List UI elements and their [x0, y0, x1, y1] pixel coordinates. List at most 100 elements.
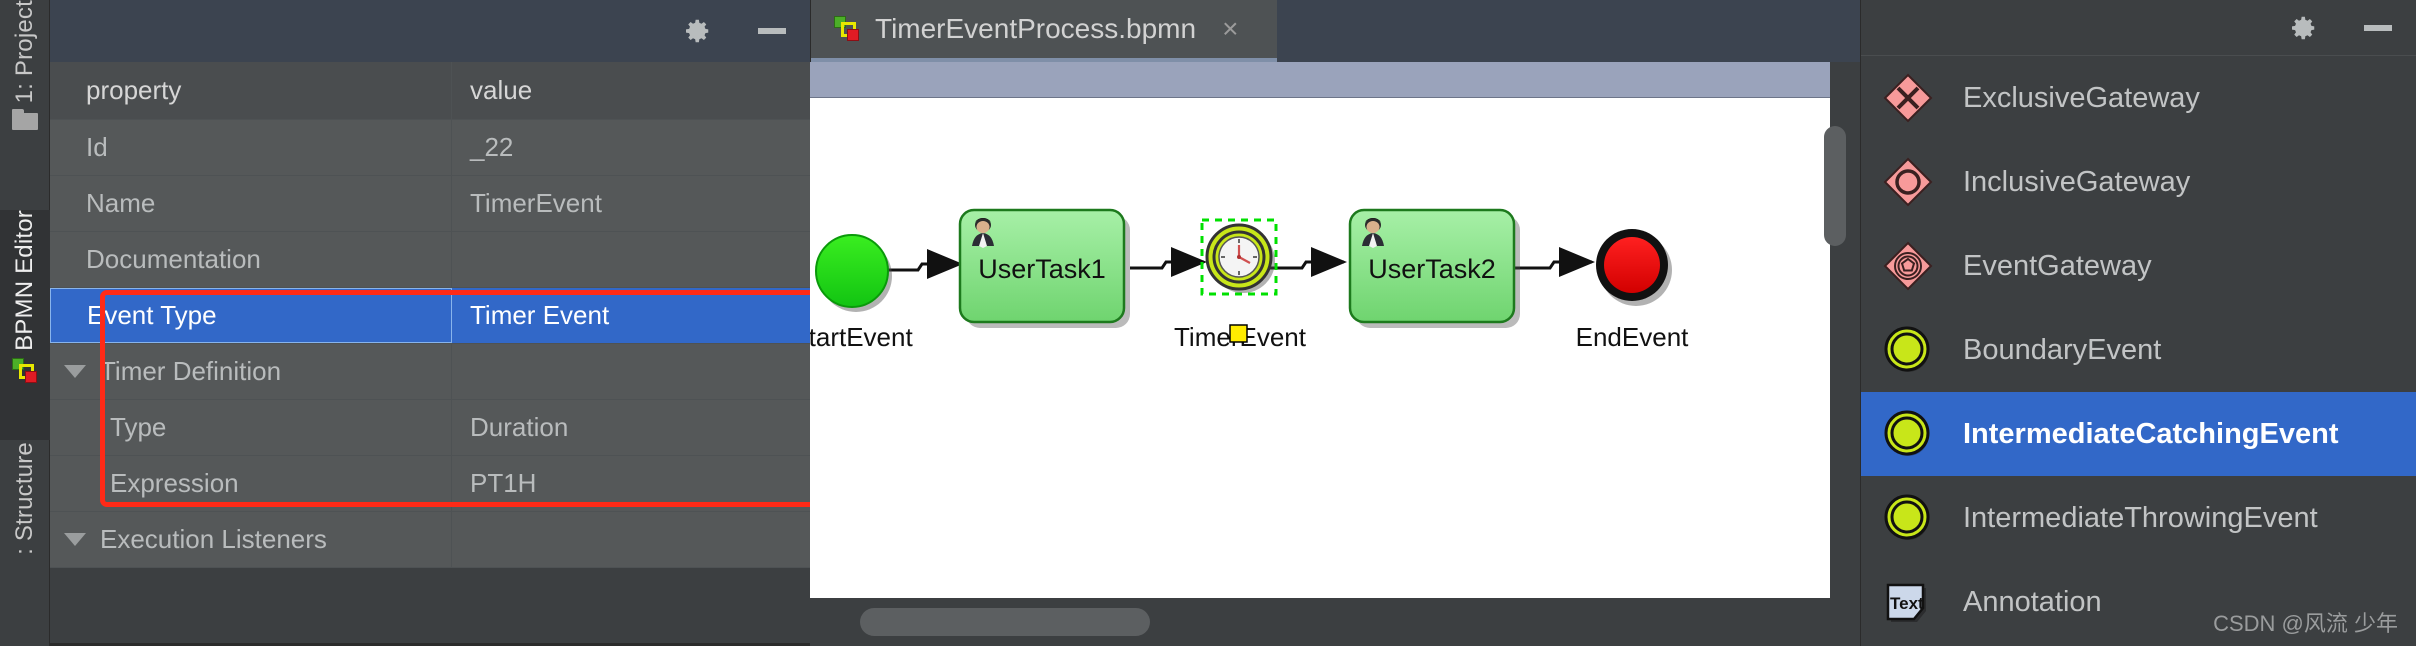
- palette-item-label: IntermediateCatchingEvent: [1963, 417, 2339, 450]
- property-name: Execution Listeners: [50, 512, 452, 567]
- property-name: Expression: [50, 456, 452, 511]
- property-name: Event Type: [50, 288, 452, 343]
- tool-button-bpmn-editor[interactable]: BPMN Editor: [0, 210, 50, 440]
- palette-item-label: Annotation: [1963, 585, 2102, 618]
- diagram-node-timer-event: [1200, 218, 1278, 296]
- properties-empty-area: [50, 568, 810, 643]
- table-row[interactable]: Documentation: [50, 232, 810, 288]
- bpmn-editor-window: 1: Project BPMN Editor : Structure prope…: [0, 0, 2416, 646]
- diagram-node-start-event: [815, 234, 892, 312]
- palette-item-exclusive-gateway[interactable]: ExclusiveGateway: [1861, 56, 2416, 140]
- palette-item-boundary-event[interactable]: BoundaryEvent: [1861, 308, 2416, 392]
- palette-titlebar: [1861, 0, 2416, 56]
- exclusive-gateway-icon: [1881, 71, 1935, 125]
- tool-button-structure[interactable]: : Structure: [0, 442, 50, 646]
- property-name: Type: [50, 400, 452, 455]
- diagram-label-start-event: StartEvent: [810, 322, 913, 352]
- diagram-label-end-event: EndEvent: [1576, 322, 1690, 352]
- property-name: Timer Definition: [50, 344, 452, 399]
- palette-item-label: IntermediateThrowingEvent: [1963, 501, 2318, 534]
- table-row-timer-definition[interactable]: Timer Definition: [50, 344, 810, 400]
- properties-panel: property value Id _22 Name TimerEvent Do…: [50, 0, 860, 646]
- diagram-label-user-task-1: UserTask1: [978, 254, 1106, 284]
- palette-item-label: BoundaryEvent: [1963, 333, 2162, 366]
- diagram-canvas-wrapper: StartEvent UserTask1 TimerEvent UserTask…: [810, 62, 1870, 646]
- column-header-property: property: [50, 62, 452, 119]
- property-name: Name: [50, 176, 452, 231]
- editor-area: TimerEventProcess.bpmn × tartEvent UserT…: [810, 0, 1870, 646]
- property-value[interactable]: [452, 512, 810, 567]
- palette-item-label: EventGateway: [1963, 249, 2152, 282]
- chevron-down-icon[interactable]: [64, 533, 86, 546]
- property-value[interactable]: Duration: [452, 400, 810, 455]
- minimize-icon[interactable]: [758, 28, 786, 34]
- property-name-label: Timer Definition: [100, 356, 282, 386]
- diagram-label-user-task-2: UserTask2: [1368, 254, 1496, 284]
- diagram-node-end-event: [1596, 229, 1672, 306]
- palette-item-intermediate-throwing-event[interactable]: IntermediateThrowingEvent: [1861, 476, 2416, 560]
- palette-item-label: ExclusiveGateway: [1963, 81, 2200, 114]
- properties-table-header: property value: [50, 62, 810, 120]
- properties-titlebar: [50, 0, 810, 62]
- text-annotation-icon: Text: [1881, 575, 1935, 629]
- bpmn-squares-icon: [11, 357, 39, 385]
- property-value[interactable]: TimerEvent: [452, 176, 810, 231]
- properties-table: property value Id _22 Name TimerEvent Do…: [50, 62, 810, 646]
- table-row-execution-listeners[interactable]: Execution Listeners: [50, 512, 810, 568]
- table-row[interactable]: Expression PT1H: [50, 456, 810, 512]
- property-value[interactable]: _22: [452, 120, 810, 175]
- editor-tabbar: TimerEventProcess.bpmn ×: [810, 0, 1860, 62]
- palette-item-event-gateway[interactable]: EventGateway: [1861, 224, 2416, 308]
- gear-icon[interactable]: [682, 16, 712, 46]
- table-row[interactable]: Id _22: [50, 120, 810, 176]
- bpmn-squares-icon: [833, 15, 861, 43]
- watermark: CSDN @风流 少年: [2213, 611, 2398, 636]
- property-value[interactable]: PT1H: [452, 456, 810, 511]
- tool-button-structure-label: : Structure: [11, 442, 38, 555]
- tool-button-project-label: 1: Project: [11, 0, 38, 104]
- table-row[interactable]: Type Duration: [50, 400, 810, 456]
- sequence-flow-timer-ut2: [1270, 247, 1347, 277]
- boundary-event-icon: [1881, 323, 1935, 377]
- sequence-flow-ut2-end: [1514, 247, 1595, 277]
- column-header-value: value: [470, 75, 533, 105]
- property-name-label: Execution Listeners: [100, 524, 327, 554]
- minimize-icon[interactable]: [2364, 24, 2392, 31]
- property-value[interactable]: Timer Event: [452, 288, 810, 343]
- property-value[interactable]: [452, 344, 810, 399]
- scrollbar-thumb[interactable]: [1824, 126, 1846, 246]
- tool-button-project[interactable]: 1: Project: [0, 0, 50, 210]
- canvas-top-band: [810, 62, 1830, 98]
- inclusive-gateway-icon: [1881, 155, 1935, 209]
- bpmn-diagram-svg: StartEvent UserTask1 TimerEvent UserTask…: [810, 208, 1690, 352]
- folder-icon: [12, 109, 38, 131]
- intermediate-throwing-event-icon: [1881, 491, 1935, 545]
- sequence-flow-start-ut1: [886, 249, 963, 279]
- intermediate-catching-event-icon: [1881, 407, 1935, 461]
- bpmn-palette-panel: ExclusiveGateway InclusiveGateway EventG…: [1860, 0, 2416, 646]
- tab-title: TimerEventProcess.bpmn: [875, 13, 1197, 44]
- palette-item-intermediate-catching-event[interactable]: IntermediateCatchingEvent: [1861, 392, 2416, 476]
- property-name: Documentation: [50, 232, 452, 287]
- close-icon[interactable]: ×: [1222, 13, 1238, 45]
- table-row[interactable]: Name TimerEvent: [50, 176, 810, 232]
- canvas-horizontal-scrollbar[interactable]: [810, 598, 1870, 646]
- bpmn-diagram-canvas[interactable]: StartEvent UserTask1 TimerEvent UserTask…: [810, 98, 1830, 620]
- svg-text:Text: Text: [1890, 594, 1924, 613]
- gear-icon[interactable]: [2288, 13, 2318, 43]
- tab-timereventprocess-bpmn[interactable]: TimerEventProcess.bpmn ×: [811, 0, 1277, 62]
- canvas-vertical-scrollbar[interactable]: [1824, 102, 1846, 620]
- palette-item-inclusive-gateway[interactable]: InclusiveGateway: [1861, 140, 2416, 224]
- event-gateway-icon: [1881, 239, 1935, 293]
- left-tool-strip: 1: Project BPMN Editor : Structure: [0, 0, 50, 646]
- scrollbar-thumb[interactable]: [860, 608, 1150, 636]
- property-value[interactable]: [452, 232, 810, 287]
- chevron-down-icon[interactable]: [64, 365, 86, 378]
- palette-item-label: InclusiveGateway: [1963, 165, 2191, 198]
- palette-item-list: ExclusiveGateway InclusiveGateway EventG…: [1861, 56, 2416, 646]
- selection-handle: [1229, 324, 1248, 343]
- property-name: Id: [50, 120, 452, 175]
- table-row-event-type[interactable]: Event Type Timer Event: [50, 288, 810, 344]
- tool-button-bpmn-editor-label: BPMN Editor: [11, 210, 38, 351]
- sequence-flow-ut1-timer: [1130, 247, 1207, 277]
